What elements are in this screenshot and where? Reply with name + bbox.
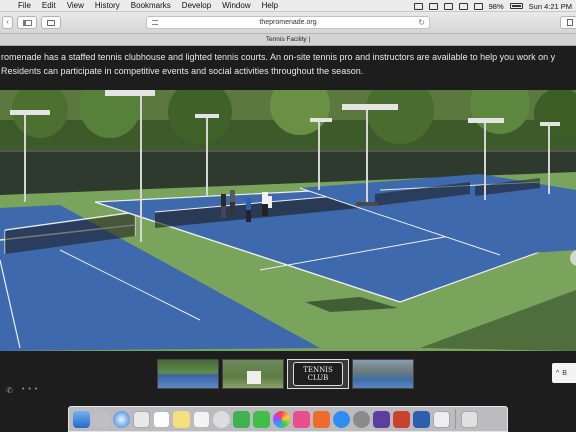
- notes-icon[interactable]: [173, 410, 190, 428]
- powerpoint-icon[interactable]: [393, 410, 410, 428]
- wifi-icon[interactable]: [458, 2, 468, 10]
- app-store-icon[interactable]: [333, 410, 350, 428]
- cloud-icon[interactable]: [413, 2, 423, 10]
- dock-separator: [455, 409, 456, 429]
- dock: [68, 406, 508, 432]
- chevron-left-icon: ‹: [6, 19, 9, 26]
- ibooks-icon[interactable]: [313, 410, 330, 428]
- system-preferences-icon[interactable]: [353, 410, 370, 428]
- url-text: thepromenade.org: [259, 19, 317, 26]
- sidebar-button[interactable]: [17, 16, 37, 29]
- trash-icon[interactable]: [461, 410, 478, 428]
- battery-percent: 98%: [488, 1, 504, 11]
- menu-help[interactable]: Help: [262, 1, 278, 10]
- court-bench: [356, 202, 378, 206]
- launchpad-icon[interactable]: [93, 410, 110, 428]
- menu-history[interactable]: History: [95, 1, 120, 10]
- facility-description: romenade has a staffed tennis clubhouse …: [0, 50, 576, 78]
- itunes-icon[interactable]: [293, 410, 310, 428]
- preview-icon[interactable]: [433, 410, 450, 428]
- finder-icon[interactable]: [73, 410, 90, 428]
- tennis-club-sign: TENNIS CLUB: [293, 362, 343, 386]
- photos-app-icon[interactable]: [273, 410, 290, 428]
- caret-up-icon: ^: [556, 369, 560, 377]
- browser-toolbar: ‹ thepromenade.org ↻: [0, 12, 576, 34]
- battery-icon[interactable]: [509, 3, 523, 9]
- share-icon: [567, 19, 573, 26]
- calendar-icon[interactable]: [153, 410, 170, 428]
- back-button[interactable]: ‹: [2, 16, 13, 29]
- reader-icon[interactable]: [152, 20, 158, 25]
- contacts-icon[interactable]: [133, 410, 150, 428]
- menu-develop[interactable]: Develop: [182, 1, 211, 10]
- messages-icon[interactable]: [233, 410, 250, 428]
- footer-strip: ✆ • • •: [0, 384, 576, 398]
- safari-icon[interactable]: [113, 410, 130, 428]
- tab-bar: Tennis Facility |: [0, 34, 576, 46]
- imovie-icon[interactable]: [373, 410, 390, 428]
- share-button-right[interactable]: [560, 16, 576, 29]
- phone-icon[interactable]: ✆: [6, 386, 13, 395]
- volume-icon[interactable]: [473, 2, 483, 10]
- sidebar-icon: [22, 19, 32, 26]
- description-line-2: Residents can participate in competitive…: [1, 66, 364, 76]
- photos-icon[interactable]: [213, 410, 230, 428]
- page-content: romenade has a staffed tennis clubhouse …: [0, 46, 576, 432]
- menu-bookmarks[interactable]: Bookmarks: [131, 1, 171, 10]
- more-dots[interactable]: • • •: [22, 386, 38, 393]
- status-menus: 98% Sun 4:21 PM: [413, 0, 572, 12]
- clock[interactable]: Sun 4:21 PM: [529, 2, 572, 11]
- menu-window[interactable]: Window: [222, 1, 250, 10]
- print-icon: [47, 19, 55, 26]
- sign-line-2: CLUB: [307, 374, 329, 382]
- tab-title[interactable]: Tennis Facility |: [266, 36, 310, 43]
- back-to-top-button[interactable]: ^ B: [552, 363, 576, 383]
- light-pole: [140, 92, 142, 242]
- facetime-icon[interactable]: [253, 410, 270, 428]
- address-bar[interactable]: thepromenade.org ↻: [146, 16, 430, 29]
- menu-view[interactable]: View: [67, 1, 84, 10]
- reminders-icon[interactable]: [193, 410, 210, 428]
- sign-line-1: TENNIS: [303, 366, 333, 374]
- back-to-top-label: B: [562, 369, 567, 377]
- tennis-court-photo: [0, 90, 576, 351]
- description-line-1: romenade has a staffed tennis clubhouse …: [1, 52, 556, 62]
- bluetooth-icon[interactable]: [443, 2, 453, 10]
- time-machine-icon[interactable]: [428, 2, 438, 10]
- thumbnail-sign-icon: [247, 371, 261, 384]
- menu-bar: File Edit View History Bookmarks Develop…: [0, 0, 576, 12]
- photo-illustration: [0, 90, 576, 351]
- menu-file[interactable]: File: [18, 1, 31, 10]
- share-button[interactable]: [41, 16, 61, 29]
- reload-icon[interactable]: ↻: [418, 18, 425, 27]
- menu-edit[interactable]: Edit: [42, 1, 56, 10]
- word-icon[interactable]: [413, 410, 430, 428]
